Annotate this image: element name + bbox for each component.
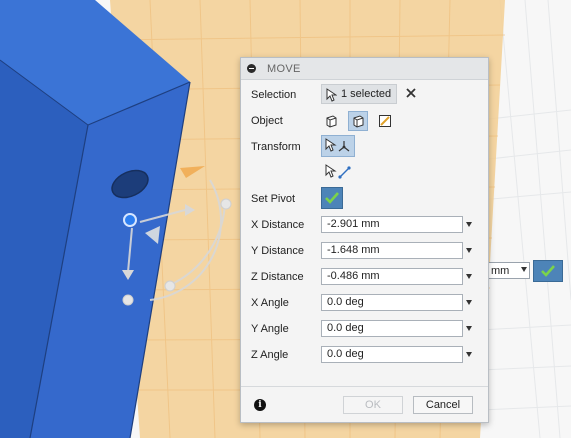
sketch-object-button[interactable] <box>375 111 395 131</box>
info-icon[interactable]: i <box>254 399 266 411</box>
dialog-title: MOVE <box>267 63 301 75</box>
dialog-header[interactable]: MOVE <box>241 58 488 80</box>
z-distance-input[interactable]: -0.486 mm <box>321 268 463 285</box>
y-distance-input[interactable]: -1.648 mm <box>321 242 463 259</box>
chevron-down-icon[interactable] <box>466 326 472 331</box>
chevron-down-icon[interactable] <box>521 267 527 272</box>
set-pivot-label: Set Pivot <box>251 193 296 205</box>
collapse-icon[interactable] <box>247 64 256 73</box>
component-type-button[interactable] <box>348 111 368 131</box>
chevron-down-icon[interactable] <box>466 248 472 253</box>
z-angle-input[interactable]: 0.0 deg <box>321 346 463 363</box>
object-label: Object <box>251 115 283 127</box>
inline-distance-field[interactable]: mm <box>484 262 530 279</box>
inline-ok-button[interactable] <box>533 260 563 282</box>
body-type-button[interactable] <box>321 111 341 131</box>
selection-count: 1 selected <box>341 88 392 100</box>
transform-label: Transform <box>251 141 301 153</box>
y-angle-label: Y Angle <box>251 323 289 335</box>
chevron-down-icon[interactable] <box>466 300 472 305</box>
component-icon <box>353 115 364 128</box>
chevron-down-icon[interactable] <box>466 274 472 279</box>
chevron-down-icon[interactable] <box>466 352 472 357</box>
move-dialog: MOVE Selection 1 selected Object Transfo… <box>240 57 489 423</box>
y-angle-input[interactable]: 0.0 deg <box>321 320 463 337</box>
cancel-button[interactable]: Cancel <box>413 396 473 414</box>
sketch-object-icon <box>379 115 391 127</box>
x-distance-input[interactable]: -2.901 mm <box>321 216 463 233</box>
x-angle-input[interactable]: 0.0 deg <box>321 294 463 311</box>
checkmark-icon <box>325 192 339 204</box>
x-distance-label: X Distance <box>251 219 305 231</box>
ok-button[interactable]: OK <box>343 396 403 414</box>
dialog-footer: i OK Cancel <box>241 386 488 422</box>
inline-unit: mm <box>491 265 510 277</box>
point-to-point-icon <box>325 164 351 179</box>
body-icon <box>326 115 337 128</box>
free-move-icon <box>325 138 350 152</box>
z-angle-label: Z Angle <box>251 349 289 361</box>
y-distance-label: Y Distance <box>251 245 304 257</box>
checkmark-icon <box>541 265 555 277</box>
free-move-button[interactable] <box>321 135 355 157</box>
selection-chip[interactable]: 1 selected <box>321 84 397 104</box>
point-to-point-button[interactable] <box>321 161 355 183</box>
set-pivot-toggle[interactable] <box>321 187 343 209</box>
x-angle-label: X Angle <box>251 297 289 309</box>
chevron-down-icon[interactable] <box>466 222 472 227</box>
cursor-icon <box>326 88 337 102</box>
z-distance-label: Z Distance <box>251 271 304 283</box>
selection-label: Selection <box>251 89 297 101</box>
pivot-origin <box>123 213 137 227</box>
close-icon[interactable] <box>405 87 417 99</box>
